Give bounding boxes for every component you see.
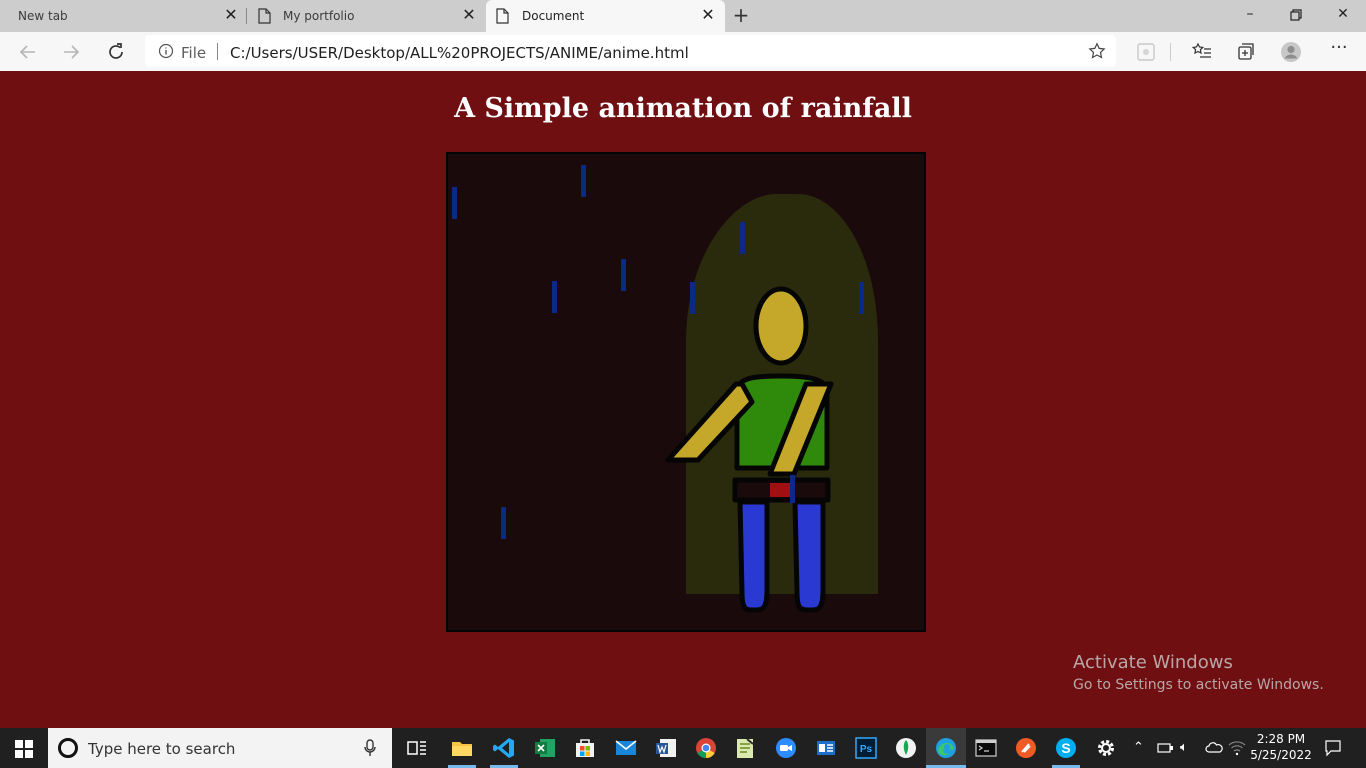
page-title: A Simple animation of rainfall xyxy=(454,93,912,124)
collections-icon[interactable] xyxy=(1235,41,1257,63)
windows-start-icon[interactable] xyxy=(15,740,33,758)
url-text[interactable]: C:/Users/USER/Desktop/ALL%20PROJECTS/ANI… xyxy=(230,44,689,62)
activation-watermark: Activate Windows Go to Settings to activ… xyxy=(1073,652,1324,693)
belt-buckle xyxy=(770,483,790,497)
minimize-button[interactable]: – xyxy=(1240,6,1260,26)
scheme-label: File xyxy=(181,44,207,62)
raindrop xyxy=(859,282,864,314)
favorite-star-icon[interactable] xyxy=(1088,42,1106,60)
close-icon[interactable]: ✕ xyxy=(460,6,478,24)
network-adapter-icon[interactable] xyxy=(1156,740,1174,756)
photoshop-icon[interactable]: Ps xyxy=(854,736,878,760)
more-menu-icon[interactable]: ··· xyxy=(1328,39,1350,63)
svg-text:Ps: Ps xyxy=(860,744,873,755)
raindrop xyxy=(690,282,695,314)
system-clock[interactable]: 2:28 PM 5/25/2022 xyxy=(1250,731,1312,763)
wifi-icon[interactable] xyxy=(1228,740,1246,756)
mail-icon[interactable] xyxy=(614,736,638,760)
address-bar[interactable]: File C:/Users/USER/Desktop/ALL%20PROJECT… xyxy=(145,35,1116,67)
watermark-title: Activate Windows xyxy=(1073,652,1233,673)
microsoft-store-icon[interactable] xyxy=(573,736,597,760)
restore-icon xyxy=(1290,9,1302,21)
file-explorer-icon[interactable] xyxy=(450,736,474,760)
tab-label: Document xyxy=(522,9,585,23)
tray-overflow-icon[interactable]: ⌃ xyxy=(1133,740,1144,755)
raindrop xyxy=(790,475,795,503)
word-icon[interactable] xyxy=(654,736,678,760)
clock-date: 5/25/2022 xyxy=(1250,748,1312,762)
taskbar-search[interactable]: Type here to search xyxy=(48,728,392,768)
toolbar-divider xyxy=(1170,43,1171,61)
tab-my-portfolio[interactable]: My portfolio ✕ xyxy=(247,0,485,32)
news-icon[interactable] xyxy=(814,736,838,760)
chrome-icon[interactable] xyxy=(694,736,718,760)
raindrop xyxy=(501,507,506,539)
character-right-leg xyxy=(792,499,826,613)
new-tab-button[interactable]: + xyxy=(731,5,751,25)
notepad-plus-plus-icon[interactable] xyxy=(733,736,757,760)
character-head xyxy=(753,286,809,366)
edge-icon[interactable] xyxy=(934,736,958,760)
profile-avatar-icon[interactable] xyxy=(1280,41,1302,63)
document-icon xyxy=(258,8,271,24)
microphone-icon[interactable] xyxy=(364,739,376,757)
back-icon[interactable] xyxy=(17,41,39,63)
close-icon[interactable]: ✕ xyxy=(222,6,240,24)
watermark-subtitle: Go to Settings to activate Windows. xyxy=(1073,677,1324,693)
raindrop xyxy=(740,222,745,254)
tab-label: New tab xyxy=(18,9,68,23)
address-separator xyxy=(217,43,218,60)
excel-icon[interactable] xyxy=(533,736,557,760)
character-left-leg xyxy=(737,499,770,613)
clock-time: 2:28 PM xyxy=(1256,732,1306,746)
taskbar: Type here to search Ps S ⌃ 🔈︎ 2:28 PM 5/… xyxy=(0,728,1366,768)
notifications-icon[interactable] xyxy=(1324,739,1342,757)
restore-button[interactable] xyxy=(1286,6,1306,26)
document-icon xyxy=(496,8,509,24)
cortana-icon xyxy=(58,738,78,758)
tab-strip: New tab ✕ My portfolio ✕ Document ✕ + – … xyxy=(0,0,1366,32)
mongodb-compass-icon[interactable] xyxy=(894,736,918,760)
vs-code-icon[interactable] xyxy=(492,736,516,760)
extension-icon[interactable] xyxy=(1135,41,1157,63)
close-icon[interactable]: ✕ xyxy=(699,6,717,24)
browser-toolbar: File C:/Users/USER/Desktop/ALL%20PROJECT… xyxy=(0,32,1366,71)
task-view-icon[interactable] xyxy=(405,736,429,760)
favorites-icon[interactable] xyxy=(1191,41,1213,63)
raindrop xyxy=(621,259,626,291)
skype-icon[interactable]: S xyxy=(1054,736,1078,760)
tab-new-tab[interactable]: New tab ✕ xyxy=(0,0,245,32)
raindrop xyxy=(552,281,557,313)
rain-animation-canvas xyxy=(446,152,926,632)
onedrive-icon[interactable] xyxy=(1205,740,1223,756)
raindrop xyxy=(581,165,586,197)
brave-icon[interactable] xyxy=(1014,736,1038,760)
tab-document[interactable]: Document ✕ xyxy=(486,0,725,32)
search-placeholder: Type here to search xyxy=(88,740,236,758)
refresh-icon[interactable] xyxy=(105,41,127,63)
settings-gear-icon[interactable] xyxy=(1094,736,1118,760)
raindrop xyxy=(452,187,457,219)
volume-icon[interactable]: 🔈︎ xyxy=(1180,740,1188,755)
close-window-button[interactable]: ✕ xyxy=(1333,6,1353,26)
forward-icon[interactable] xyxy=(60,41,82,63)
svg-text:S: S xyxy=(1061,740,1070,756)
tab-label: My portfolio xyxy=(283,9,355,23)
command-prompt-icon[interactable] xyxy=(974,736,998,760)
info-icon[interactable] xyxy=(158,43,174,59)
zoom-icon[interactable] xyxy=(774,736,798,760)
